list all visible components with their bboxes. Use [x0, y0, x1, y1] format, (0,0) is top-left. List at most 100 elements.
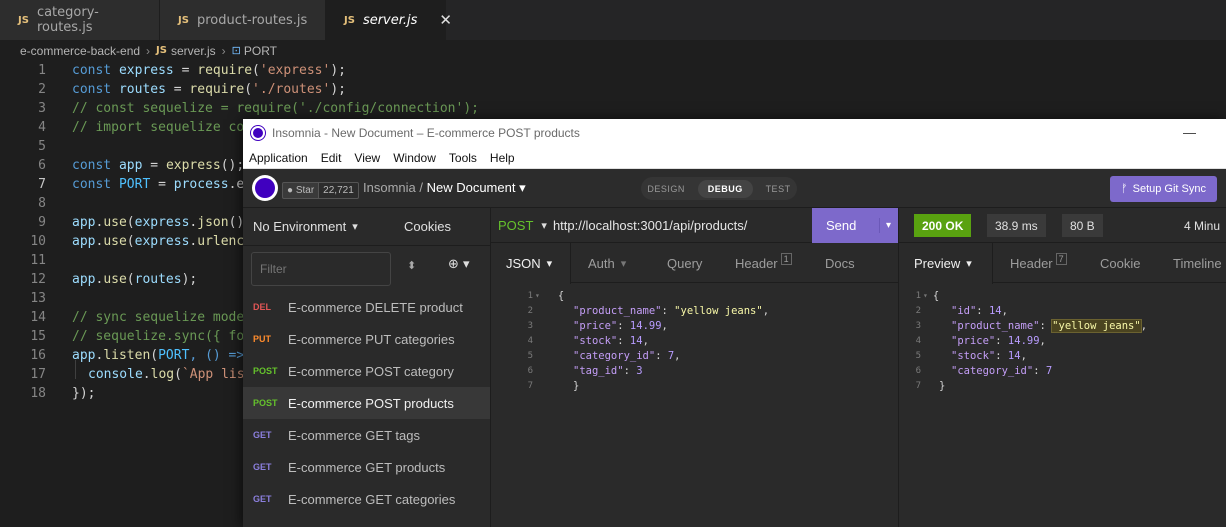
chevron-down-icon[interactable]: ▾	[878, 218, 891, 233]
tab-docs[interactable]: Docs	[825, 243, 855, 283]
sidebar-request[interactable]: PUT E-commerce PUT categories	[243, 323, 490, 355]
line-number: 7	[915, 380, 921, 391]
header-count-badge: 7	[1055, 253, 1067, 265]
menu-window[interactable]: Window	[393, 151, 436, 165]
method-badge: GET	[253, 462, 272, 472]
symbol-variable-icon: ⊡	[231, 45, 241, 57]
breadcrumb-document[interactable]: New Document	[427, 180, 516, 195]
sidebar-request[interactable]: GET E-commerce GET products	[243, 451, 490, 483]
request-name: E-commerce DELETE product	[288, 299, 463, 315]
line-number: 11	[30, 253, 46, 268]
tab-auth[interactable]: Auth ▾	[588, 243, 626, 283]
line-number: 2	[527, 305, 533, 316]
response-pane: 200 OK 38.9 ms 80 B 4 Minu Preview ▾ Head…	[899, 208, 1226, 527]
line-number: 4	[915, 335, 921, 346]
tab-category-routes[interactable]: JS category-routes.js	[0, 0, 160, 40]
menu-view[interactable]: View	[354, 151, 380, 165]
github-star-button[interactable]: ● Star 22,721	[282, 182, 359, 199]
json-line: 2 "id": 14,	[899, 303, 1226, 318]
menu-edit[interactable]: Edit	[321, 151, 342, 165]
mode-debug[interactable]: DEBUG	[697, 179, 753, 198]
line-number: 3	[38, 101, 46, 116]
response-body-viewer[interactable]: 1 ▾{ 2 "id": 14, 3 "product_name": "yellow …	[899, 288, 1226, 393]
tab-cookie[interactable]: Cookie	[1100, 243, 1140, 283]
breadcrumb-file[interactable]: server.js	[171, 44, 216, 58]
url-input[interactable]: http://localhost:3001/api/products/	[553, 218, 747, 233]
fold-icon[interactable]: ▾	[923, 291, 928, 300]
line-number: 4	[38, 120, 46, 135]
request-name: E-commerce PUT categories	[288, 331, 455, 347]
sidebar-request[interactable]: GET E-commerce GET tags	[243, 419, 490, 451]
send-button[interactable]: Send ▾	[812, 208, 898, 243]
menu-bar: Application Edit View Window Tools Help	[243, 147, 1226, 169]
request-tabs: JSON ▾ Auth ▾ Query Header 1 Docs	[491, 243, 898, 284]
insomnia-logo-icon[interactable]	[252, 175, 278, 201]
line-number: 13	[30, 291, 46, 306]
method-badge: POST	[253, 366, 278, 376]
chevron-down-icon: ▾	[546, 258, 553, 270]
insomnia-logo-icon	[251, 126, 265, 140]
line-number: 6	[527, 365, 533, 376]
line-number: 3	[915, 320, 921, 331]
tab-response-header[interactable]: Header 7	[1010, 243, 1067, 283]
breadcrumb-symbol[interactable]: PORT	[244, 44, 277, 58]
chevron-down-icon[interactable]: ▾	[541, 219, 547, 232]
breadcrumb-folder[interactable]: e-commerce-back-end	[20, 44, 140, 58]
tab-label: product-routes.js	[196, 12, 308, 28]
response-age[interactable]: 4 Minu	[1184, 214, 1220, 237]
tab-header[interactable]: Header 1	[735, 243, 792, 283]
mode-test[interactable]: TEST	[766, 184, 791, 194]
menu-help[interactable]: Help	[490, 151, 515, 165]
line-number: 5	[915, 350, 921, 361]
window-title-bar[interactable]: Insomnia - New Document – E-commerce POS…	[243, 119, 1226, 147]
method-badge: GET	[253, 430, 272, 440]
breadcrumb-app[interactable]: Insomnia	[363, 180, 416, 195]
json-line: 4 "stock": 14,	[491, 333, 899, 348]
environment-selector[interactable]: No Environment ▾ Cookies	[243, 208, 490, 246]
json-line: 1 ▾{	[899, 288, 1226, 303]
tab-product-routes[interactable]: JS product-routes.js	[160, 0, 326, 40]
tab-timeline[interactable]: Timeline	[1173, 243, 1222, 283]
line-number: 1	[527, 290, 533, 301]
minimize-icon[interactable]: —	[1183, 125, 1196, 140]
js-file-icon: JS	[18, 14, 29, 26]
menu-application[interactable]: Application	[249, 151, 308, 165]
cookies-button[interactable]: Cookies	[404, 219, 451, 234]
fold-icon[interactable]: ▾	[535, 291, 540, 300]
line-number: 2	[38, 82, 46, 97]
git-branch-icon: ᚠ	[1121, 183, 1128, 195]
tab-query[interactable]: Query	[667, 243, 702, 283]
json-line: 6 "category_id": 7	[899, 363, 1226, 378]
status-badge: 200 OK	[914, 214, 972, 237]
tab-preview[interactable]: Preview ▾	[899, 243, 993, 284]
sidebar-request-active[interactable]: POST E-commerce POST products	[243, 387, 490, 419]
request-body-editor[interactable]: 1 ▾{ 2 "product_name": "yellow jeans", 3 "p…	[491, 288, 899, 393]
chevron-down-icon: ▾	[352, 221, 358, 233]
mode-switch: DESIGN DEBUG TEST	[641, 177, 797, 200]
line-number: 1	[38, 63, 46, 78]
request-name: E-commerce GET categories	[288, 491, 456, 507]
line-number: 3	[527, 320, 533, 331]
line-number: 5	[527, 350, 533, 361]
sidebar-request[interactable]: DEL E-commerce DELETE product	[243, 291, 490, 323]
sort-icon[interactable]: ⬍	[407, 259, 416, 272]
json-line: 5 "stock": 14,	[899, 348, 1226, 363]
close-icon[interactable]: ✕	[439, 11, 452, 29]
chevron-down-icon[interactable]: ▾	[519, 180, 526, 195]
js-file-icon: JS	[156, 45, 167, 56]
method-selector[interactable]: POST	[498, 218, 533, 233]
menu-tools[interactable]: Tools	[449, 151, 477, 165]
tab-json[interactable]: JSON ▾	[491, 243, 571, 284]
json-line: 6 "tag_id": 3	[491, 363, 899, 378]
mode-design[interactable]: DESIGN	[647, 184, 685, 194]
request-name: E-commerce POST products	[288, 395, 454, 411]
setup-git-sync-button[interactable]: ᚠ Setup Git Sync	[1110, 176, 1217, 202]
json-line: 7}	[899, 378, 1226, 393]
environment-label: No Environment	[253, 219, 347, 234]
sidebar-request[interactable]: GET E-commerce GET categories	[243, 483, 490, 515]
line-number: 17	[30, 367, 46, 382]
add-request-icon[interactable]: ⊕ ▾	[448, 257, 470, 272]
tab-server[interactable]: JS server.js ✕	[326, 0, 452, 40]
sidebar-request[interactable]: POST E-commerce POST category	[243, 355, 490, 387]
filter-input[interactable]	[251, 252, 391, 286]
